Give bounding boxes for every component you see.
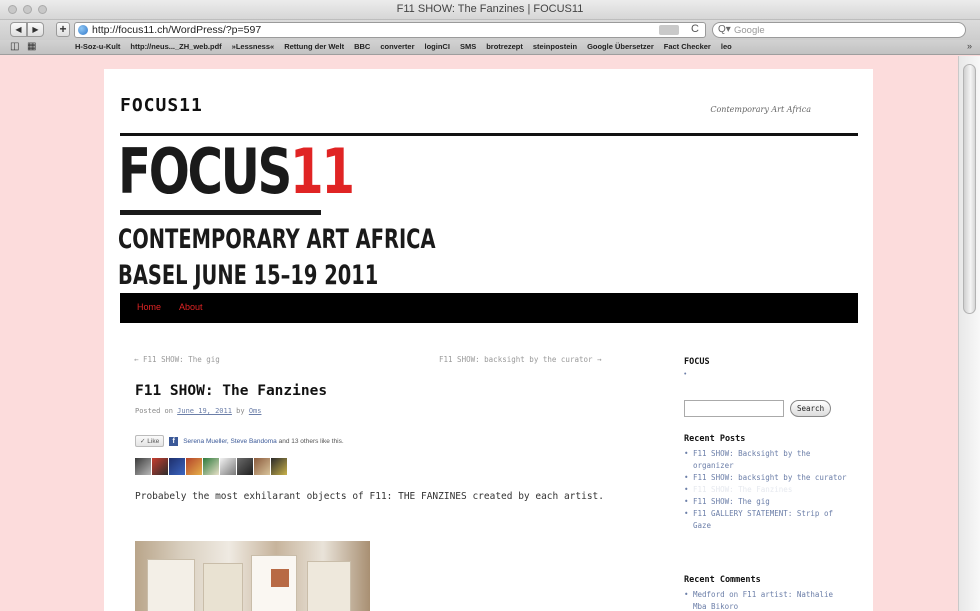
like-button[interactable]: ✓ Like [135, 435, 165, 447]
bookmarks-overflow-button[interactable]: » [967, 41, 972, 51]
posted-on-label: Posted on [135, 407, 173, 415]
bookmark-item[interactable]: http://neus..._ZH_web.pdf [130, 42, 221, 51]
logo-tagline-1: CONTEMPORARY ART AFRICA [118, 224, 436, 255]
sidebar-bullet: • [684, 371, 687, 378]
avatar[interactable] [135, 458, 151, 475]
like-button-label: Like [147, 438, 160, 445]
forward-button[interactable]: ▶ [27, 22, 44, 37]
bookmark-item[interactable]: converter [380, 42, 414, 51]
like-people-link[interactable]: Serena Mueller, Steve Bandoma [183, 438, 277, 445]
fanzine-page [307, 561, 351, 611]
bookmarks-bar: ◫ ▦ H-Soz-u-Kult http://neus..._ZH_web.pd… [0, 40, 980, 55]
logo-underline [120, 210, 321, 215]
window-title: F11 SHOW: The Fanzines | FOCUS11 [396, 3, 584, 15]
bookmark-item[interactable]: H-Soz-u-Kult [75, 42, 120, 51]
bookmark-item[interactable]: BBC [354, 42, 370, 51]
avatar[interactable] [271, 458, 287, 475]
previous-post-link[interactable]: ← F11 SHOW: The gig [134, 355, 220, 364]
fanzines-photo[interactable] [135, 541, 370, 611]
sidebar-heading-recent-comments: Recent Comments [684, 575, 761, 585]
avatar[interactable] [152, 458, 168, 475]
search-icon[interactable]: Q▾ [718, 24, 731, 35]
avatar[interactable] [254, 458, 270, 475]
add-bookmark-button[interactable]: + [56, 22, 70, 37]
avatar[interactable] [186, 458, 202, 475]
search-placeholder: Google [734, 25, 765, 36]
recent-post-link[interactable]: F11 SHOW: The gig [684, 496, 849, 508]
site-title[interactable]: FOCUS11 [120, 95, 203, 116]
bookmark-item[interactable]: Fact Checker [664, 42, 711, 51]
page-container: FOCUS11 Contemporary Art Africa FOCUS11 … [104, 69, 873, 611]
by-label: by [236, 407, 245, 415]
bookmark-item[interactable]: Rettung der Welt [284, 42, 344, 51]
sidebar-heading-focus: FOCUS [684, 357, 710, 367]
header-logo[interactable]: FOCUS11 [118, 139, 355, 205]
recent-posts-list: F11 SHOW: Backsight by the organizerF11 … [684, 448, 849, 532]
vertical-scrollbar[interactable] [958, 56, 980, 611]
logo-word: FOCUS [118, 135, 292, 208]
sidebar-search-input[interactable] [684, 400, 784, 417]
bookmark-item[interactable]: leo [721, 42, 732, 51]
rss-icon[interactable] [659, 25, 679, 35]
like-suffix: and 13 others like this. [276, 437, 344, 445]
bookmark-item[interactable]: SMS [460, 42, 476, 51]
bookmark-item[interactable]: Google Übersetzer [587, 42, 654, 51]
recent-post-link[interactable]: F11 GALLERY STATEMENT: Strip of Gaze [684, 508, 849, 532]
liker-avatars [135, 458, 287, 475]
grid-icon[interactable]: ▦ [27, 41, 36, 52]
recent-comment-link[interactable]: Medford on F11 artist: Nathalie Mba Biko… [684, 589, 849, 611]
avatar[interactable] [169, 458, 185, 475]
bookmark-item[interactable]: »Lessness« [232, 42, 275, 51]
bookmark-item[interactable]: steinpostein [533, 42, 577, 51]
post-meta: Posted on June 19, 2011 by Oms [135, 407, 261, 415]
fanzine-illustration [271, 569, 289, 587]
address-bar[interactable]: http://focus11.ch/WordPress/?p=597 C [74, 22, 706, 38]
fanzine-page [147, 559, 195, 611]
like-text: Serena Mueller, Steve Bandoma and 13 oth… [183, 438, 343, 445]
window-titlebar: F11 SHOW: The Fanzines | FOCUS11 [0, 0, 980, 20]
facebook-like-box: ✓ Like f Serena Mueller, Steve Bandoma a… [135, 435, 344, 447]
main-menu: Home About [120, 293, 858, 323]
post-title: F11 SHOW: The Fanzines [135, 383, 328, 399]
post-body: Probabely the most exhilarant objects of… [135, 491, 604, 502]
book-icon[interactable]: ◫ [10, 41, 19, 52]
reload-icon[interactable]: C [691, 23, 699, 35]
avatar[interactable] [220, 458, 236, 475]
browser-toolbar: ◀ ▶ + http://focus11.ch/WordPress/?p=597… [0, 20, 980, 40]
sidebar-heading-recent-posts: Recent Posts [684, 434, 746, 444]
search-field[interactable]: Q▾ Google [712, 22, 966, 38]
avatar[interactable] [237, 458, 253, 475]
recent-post-link[interactable]: F11 SHOW: Backsight by the organizer [684, 448, 849, 472]
fanzine-page [203, 563, 243, 611]
address-text[interactable]: http://focus11.ch/WordPress/?p=597 [92, 24, 261, 36]
avatar[interactable] [203, 458, 219, 475]
site-description: Contemporary Art Africa [710, 105, 811, 114]
bookmark-item[interactable]: brotrezept [486, 42, 523, 51]
post-author-link[interactable]: Oms [249, 407, 262, 415]
recent-post-link[interactable]: F11 SHOW: backsight by the curator [684, 472, 849, 484]
logo-tagline-2: BASEL JUNE 15–19 2011 [118, 260, 379, 291]
bookmark-list: H-Soz-u-Kult http://neus..._ZH_web.pdf »Le… [75, 42, 732, 51]
facebook-icon: f [169, 436, 179, 446]
back-button[interactable]: ◀ [10, 22, 27, 37]
menu-item-home[interactable]: Home [137, 302, 161, 312]
menu-item-about[interactable]: About [179, 302, 203, 312]
globe-icon [78, 25, 88, 35]
post-date-link[interactable]: June 19, 2011 [177, 407, 232, 415]
scroll-thumb[interactable] [963, 64, 976, 314]
recent-comments-list: Medford on F11 artist: Nathalie Mba Biko… [684, 589, 849, 611]
recent-post-link[interactable]: F11 SHOW: The Fanzines [684, 484, 849, 496]
logo-number: 11 [290, 135, 355, 208]
bookmark-item[interactable]: loginCI [425, 42, 450, 51]
next-post-link[interactable]: F11 SHOW: backsight by the curator → [439, 355, 602, 364]
sidebar-search-button[interactable]: Search [790, 400, 832, 417]
